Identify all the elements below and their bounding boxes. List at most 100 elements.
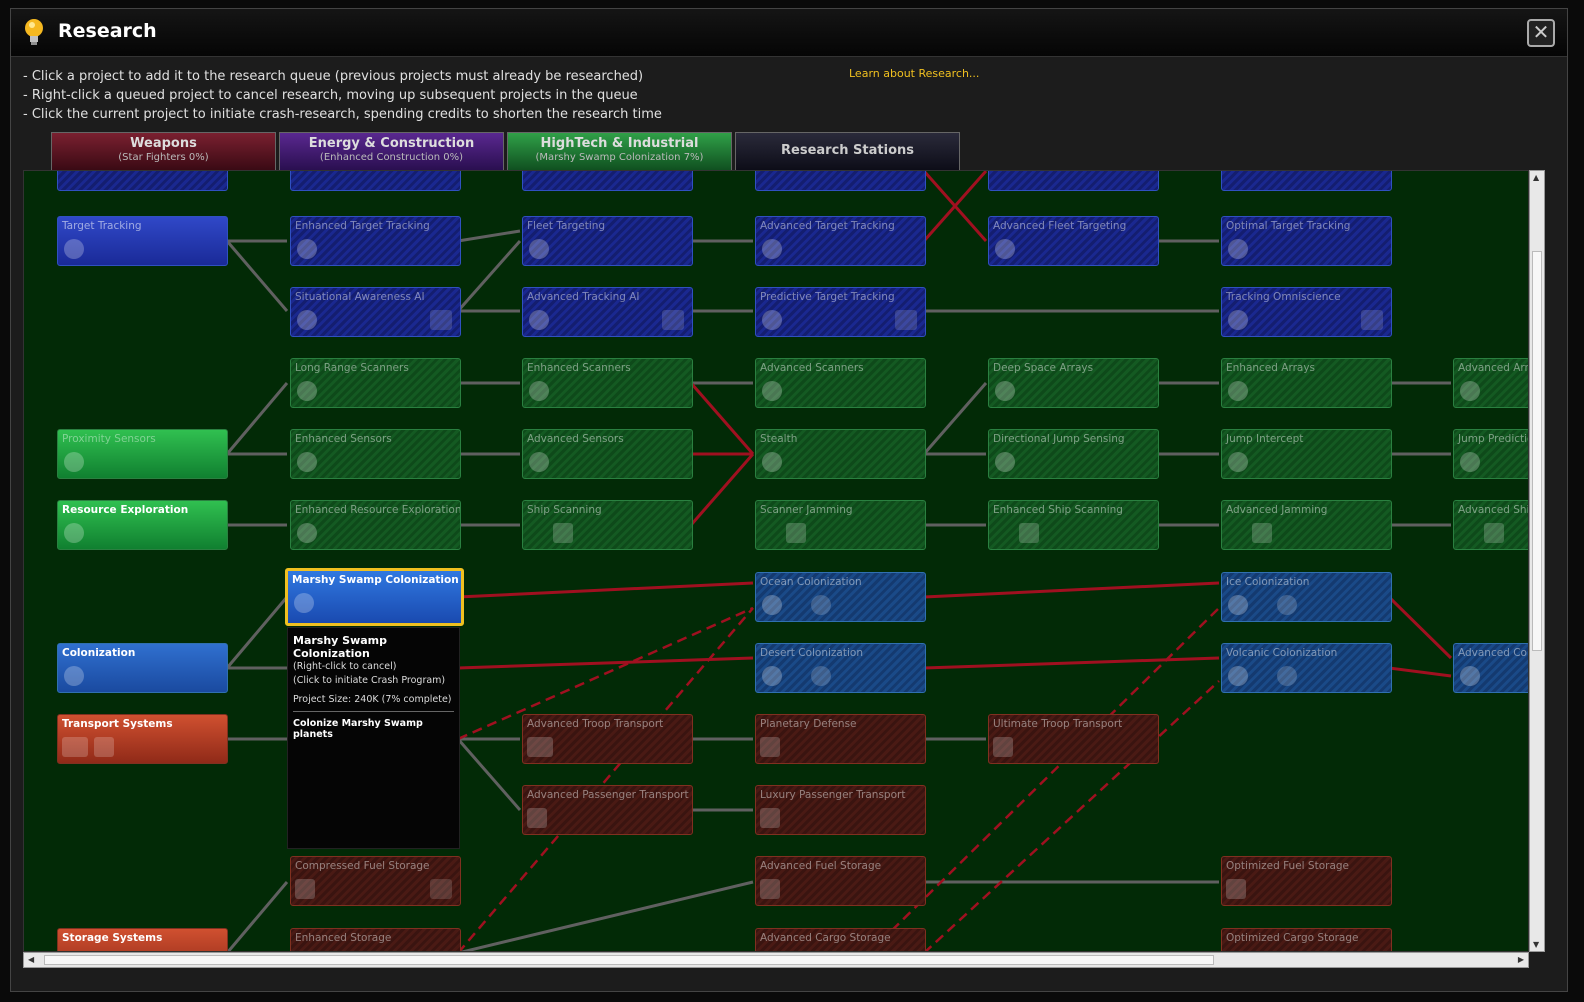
tech-node-long-range-scanners[interactable]: Long Range Scanners [290,358,461,408]
cloak-icon [762,452,782,472]
tech-label: Enhanced Target Tracking [295,220,430,232]
tech-node-transport-systems[interactable]: Transport Systems [57,714,228,764]
tech-node-advanced-jamming[interactable]: Advanced Jamming [1221,500,1392,550]
tech-label: Advanced Cargo Storage [760,932,891,944]
tech-node-advanced-cargo-storage[interactable]: Advanced Cargo Storage [755,928,926,951]
tech-node-enhanced-scanners[interactable]: Enhanced Scanners [522,358,693,408]
tech-node-proximity-sensors[interactable]: Proximity Sensors [57,429,228,479]
tech-node-advanced-arrays[interactable]: Advanced Arrays [1453,358,1529,408]
tech-node-enhanced-storage[interactable]: Enhanced Storage [290,928,461,951]
tech-node-marshy-swamp-colonization[interactable]: Marshy Swamp Colonization (1) [285,568,464,626]
tab-weapons[interactable]: Weapons (Star Fighters 0%) [51,132,276,170]
tab-research-stations[interactable]: Research Stations [735,132,960,170]
tech-label: Ultimate Troop Transport [993,718,1123,730]
horizontal-scrollbar[interactable]: ◀ ▶ [23,952,1529,968]
vertical-scrollbar[interactable]: ▲ ▼ [1529,170,1545,952]
tech-label: Long Range Scanners [295,362,409,374]
tech-node-advanced-fuel-storage[interactable]: Advanced Fuel Storage [755,856,926,906]
scroll-right-icon[interactable]: ▶ [1518,955,1524,964]
tab-energy-construction[interactable]: Energy & Construction (Enhanced Construc… [279,132,504,170]
tech-node-optimized-fuel-storage[interactable]: Optimized Fuel Storage [1221,856,1392,906]
tech-label: Scanner Jamming [760,504,853,516]
tech-node-storage-systems[interactable]: Storage Systems [57,928,228,951]
tech-label: Advanced Arrays [1458,362,1529,374]
compressor-icon [430,879,452,899]
planet-icon [811,666,831,686]
learn-about-research-link[interactable]: Learn about Research... [849,67,979,80]
tech-node-desert-colonization[interactable]: Desert Colonization [755,643,926,693]
tech-node-luxury-passenger-transport[interactable]: Luxury Passenger Transport [755,785,926,835]
crosshair-icon [529,310,549,330]
tech-node-advanced-colonization[interactable]: Advanced Coloni [1453,643,1528,693]
tech-label: Proximity Sensors [62,433,156,445]
tech-node-tracking-omniscience[interactable]: Tracking Omniscience [1221,287,1392,337]
scanner-icon [762,381,782,401]
tech-node-ship-scanning[interactable]: Ship Scanning [522,500,693,550]
research-window: Research ✕ - Click a project to add it t… [10,8,1568,992]
tech-node-planetary-defense[interactable]: Planetary Defense [755,714,926,764]
tech-node-optimal-target-tracking[interactable]: Optimal Target Tracking [1221,216,1392,266]
tech-node-enhanced-ship-scanning[interactable]: Enhanced Ship Scanning [988,500,1159,550]
tech-node-stealth[interactable]: Stealth [755,429,926,479]
tech-label: Enhanced Scanners [527,362,631,374]
tech-node-partial[interactable] [755,171,926,191]
tech-label: Directional Jump Sensing [993,433,1125,445]
tech-node-partial[interactable] [290,171,461,191]
tab-hightech-industrial[interactable]: HighTech & Industrial (Marshy Swamp Colo… [507,132,732,170]
scrollbar-thumb[interactable] [44,955,1214,965]
tab-label: Energy & Construction [308,136,475,151]
tech-node-optimized-cargo-storage[interactable]: Optimized Cargo Storage [1221,928,1392,951]
instruction-line: - Click the current project to initiate … [23,107,662,122]
tech-node-advanced-tracking-ai[interactable]: Advanced Tracking AI [522,287,693,337]
scan-screen-icon [1252,523,1272,543]
tech-node-ultimate-troop-transport[interactable]: Ultimate Troop Transport [988,714,1159,764]
tech-node-volcanic-colonization[interactable]: Volcanic Colonization [1221,643,1392,693]
tech-node-advanced-troop-transport[interactable]: Advanced Troop Transport [522,714,693,764]
tech-label: Transport Systems [62,718,173,730]
scrollbar-thumb[interactable] [1532,251,1542,651]
tech-node-advanced-scanners[interactable]: Advanced Scanners [755,358,926,408]
tech-node-directional-jump-sensing[interactable]: Directional Jump Sensing [988,429,1159,479]
tech-node-colonization[interactable]: Colonization [57,643,228,693]
tech-node-advanced-passenger-transport[interactable]: Advanced Passenger Transport [522,785,693,835]
tech-node-partial[interactable] [57,171,228,191]
scroll-left-icon[interactable]: ◀ [28,955,34,964]
tech-node-deep-space-arrays[interactable]: Deep Space Arrays [988,358,1159,408]
tech-node-enhanced-sensors[interactable]: Enhanced Sensors [290,429,461,479]
tech-node-advanced-sensors[interactable]: Advanced Sensors [522,429,693,479]
planet-icon [811,595,831,615]
tech-node-fleet-targeting[interactable]: Fleet Targeting [522,216,693,266]
tech-node-enhanced-arrays[interactable]: Enhanced Arrays [1221,358,1392,408]
tooltip-hint: (Right-click to cancel) [293,661,397,672]
crosshair-icon [1228,239,1248,259]
tech-node-advanced-ship-scanning[interactable]: Advanced Ship S [1453,500,1528,550]
tech-node-ice-colonization[interactable]: Ice Colonization [1221,572,1392,622]
tech-node-scanner-jamming[interactable]: Scanner Jamming [755,500,926,550]
tech-node-advanced-target-tracking[interactable]: Advanced Target Tracking [755,216,926,266]
scroll-up-icon[interactable]: ▲ [1533,173,1539,182]
probe-icon [64,523,84,543]
tech-node-predictive-target-tracking[interactable]: Predictive Target Tracking [755,287,926,337]
tech-node-advanced-fleet-targeting[interactable]: Advanced Fleet Targeting [988,216,1159,266]
ai-chip-icon [1361,310,1383,330]
tech-node-partial[interactable] [522,171,693,191]
tech-node-jump-prediction[interactable]: Jump Prediction [1453,429,1528,479]
ai-chip-icon [662,310,684,330]
tech-node-compressed-fuel-storage[interactable]: Compressed Fuel Storage [290,856,461,906]
tech-node-enhanced-target-tracking[interactable]: Enhanced Target Tracking [290,216,461,266]
tech-node-target-tracking[interactable]: Target Tracking [57,216,228,266]
tech-label: Deep Space Arrays [993,362,1094,374]
crosshair-icon [529,239,549,259]
scroll-down-icon[interactable]: ▼ [1533,940,1539,949]
tech-node-partial[interactable] [988,171,1159,191]
tech-node-partial[interactable] [1221,171,1392,191]
tech-node-jump-intercept[interactable]: Jump Intercept [1221,429,1392,479]
tech-node-situational-awareness-ai[interactable]: Situational Awareness AI [290,287,461,337]
tech-label: Advanced Fuel Storage [760,860,882,872]
scanner-icon [1228,381,1248,401]
close-button[interactable]: ✕ [1527,19,1555,47]
scan-screen-icon [1484,523,1504,543]
tech-node-enhanced-resource-exploration[interactable]: Enhanced Resource Exploration [290,500,461,550]
tech-node-ocean-colonization[interactable]: Ocean Colonization [755,572,926,622]
tech-node-resource-exploration[interactable]: Resource Exploration [57,500,228,550]
